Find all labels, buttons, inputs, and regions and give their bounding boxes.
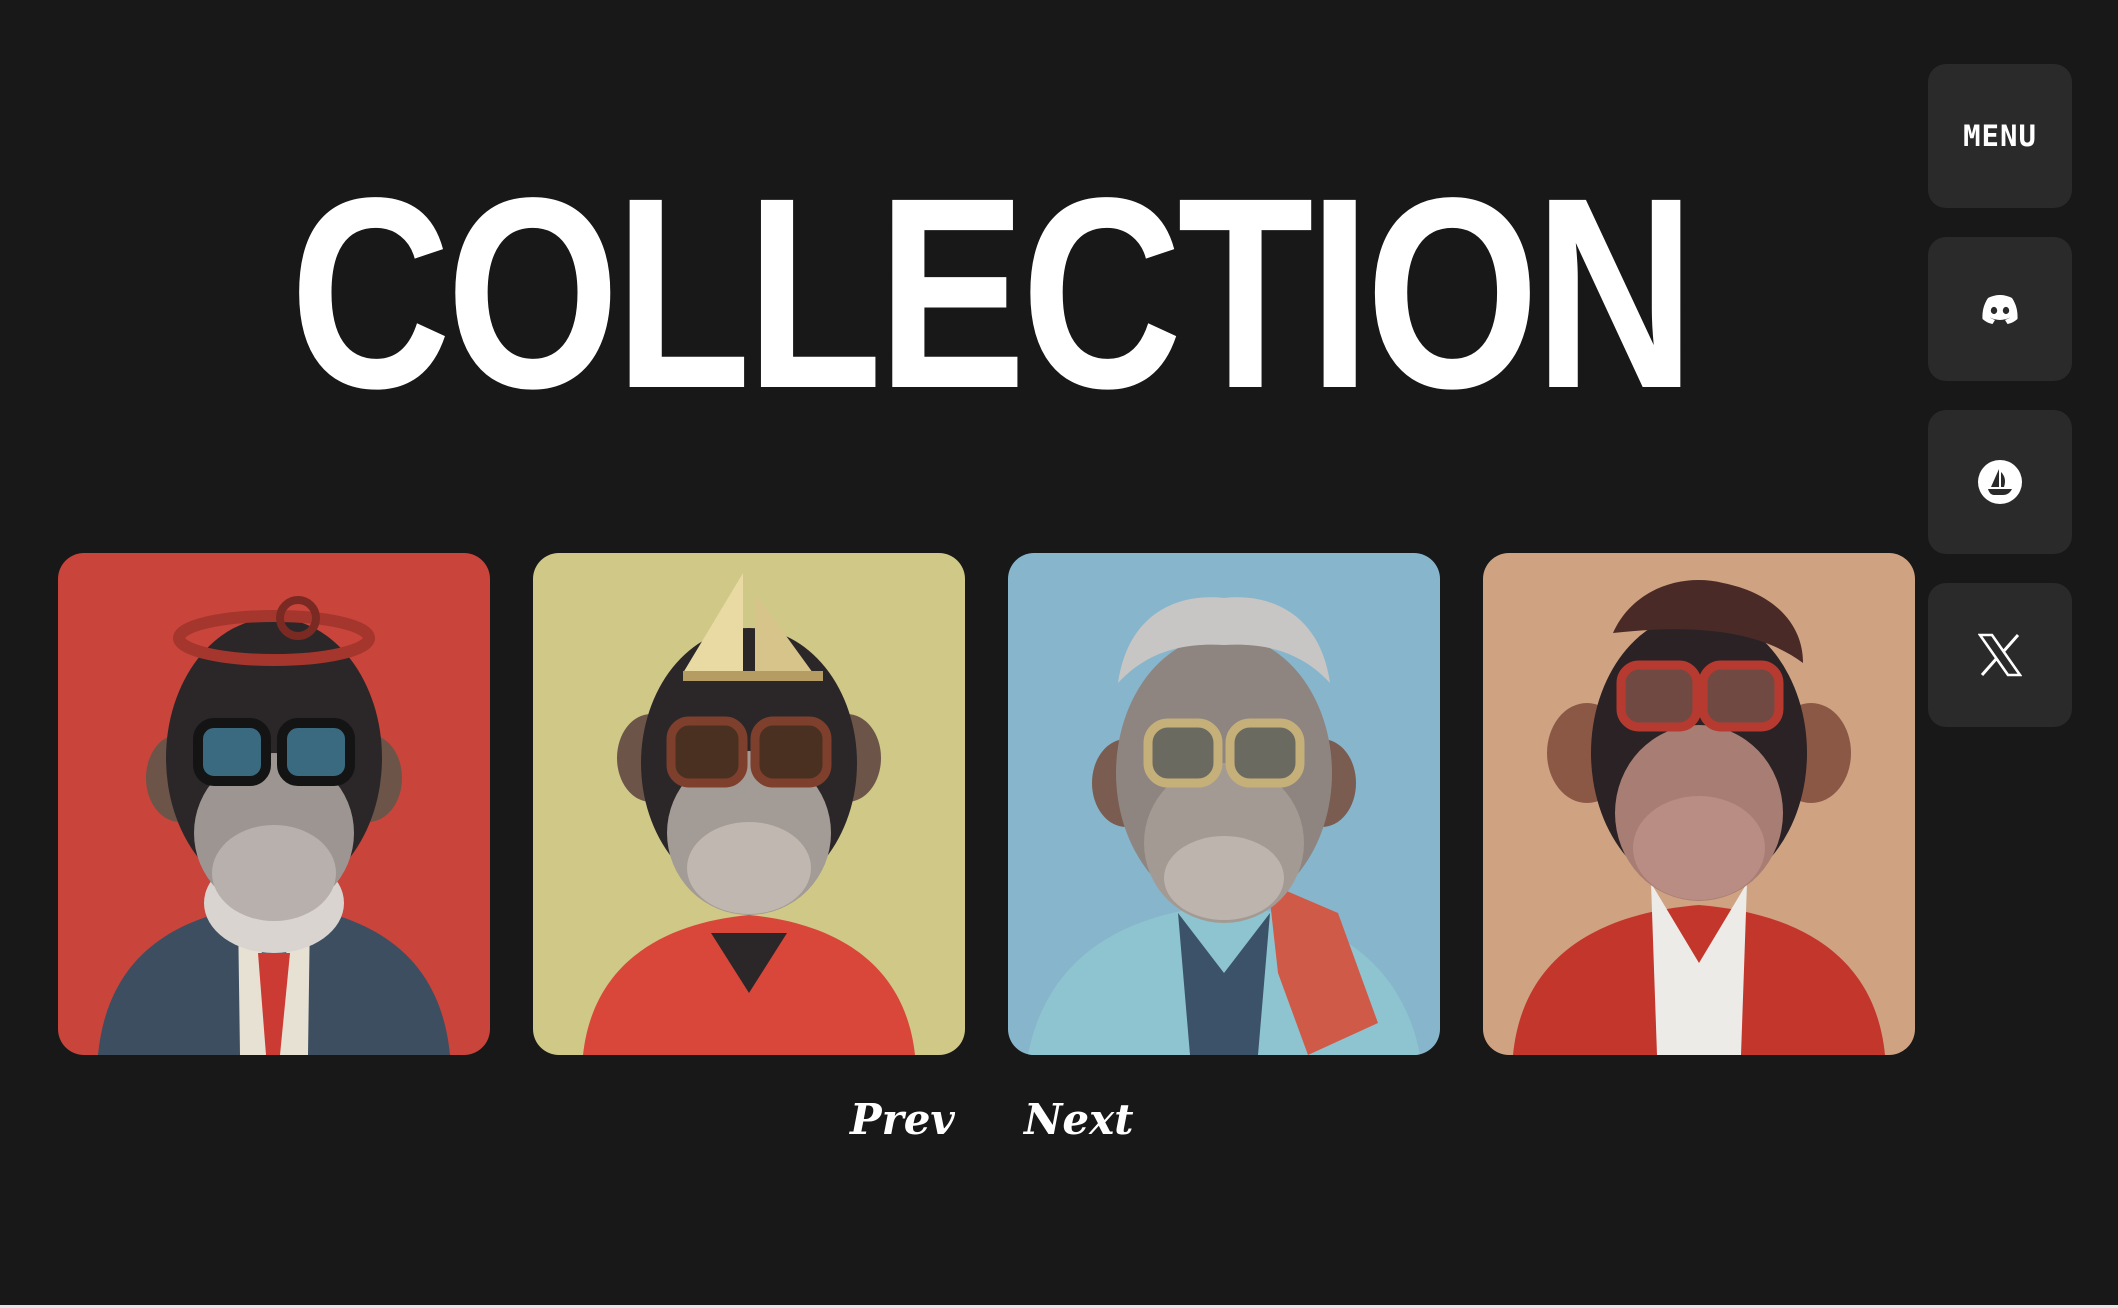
nft-card[interactable]	[1008, 553, 1440, 1055]
nft-card[interactable]	[58, 553, 490, 1055]
side-menu: MENU	[1928, 64, 2072, 756]
x-twitter-icon	[1978, 633, 2022, 677]
ape-portrait-image	[1008, 553, 1440, 1055]
next-button[interactable]: Next	[1024, 1090, 1134, 1150]
ape-portrait-image	[58, 553, 490, 1055]
x-button[interactable]	[1928, 583, 2072, 727]
nft-card[interactable]	[533, 553, 965, 1055]
menu-button-label: MENU	[1963, 119, 2037, 153]
opensea-button[interactable]	[1928, 410, 2072, 554]
page-title: COLLECTION	[290, 141, 1695, 445]
ape-portrait-image	[533, 553, 965, 1055]
nft-card[interactable]	[1483, 553, 1915, 1055]
menu-button[interactable]: MENU	[1928, 64, 2072, 208]
ape-portrait-image	[1483, 553, 1915, 1055]
opensea-icon	[1977, 459, 2023, 505]
discord-icon	[1980, 294, 2020, 324]
prev-button[interactable]: Prev	[850, 1090, 955, 1150]
collection-page: COLLECTION MENU Prev Next	[0, 0, 2118, 1308]
collection-gallery	[58, 553, 1916, 1055]
discord-button[interactable]	[1928, 237, 2072, 381]
